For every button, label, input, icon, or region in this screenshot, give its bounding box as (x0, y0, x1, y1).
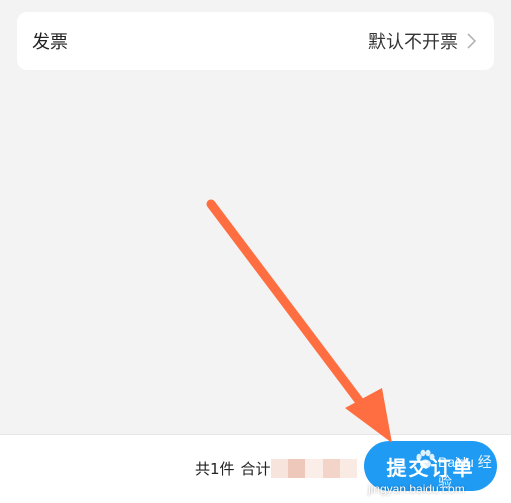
item-count: 共1件 (195, 460, 235, 478)
invoice-value: 默认不开票 (368, 32, 458, 53)
order-summary: 共1件 合计: (195, 458, 276, 479)
checkout-bar: 共1件 合计: 提交订单 (0, 434, 511, 503)
total-price-redacted (271, 459, 358, 478)
chevron-right-icon (467, 33, 477, 49)
invoice-selector[interactable]: 默认不开票 (368, 28, 478, 54)
submit-order-button[interactable]: 提交订单 (364, 441, 497, 491)
page-content-area (0, 70, 511, 434)
invoice-row[interactable]: 发票 默认不开票 (17, 12, 494, 70)
invoice-label: 发票 (32, 32, 68, 53)
